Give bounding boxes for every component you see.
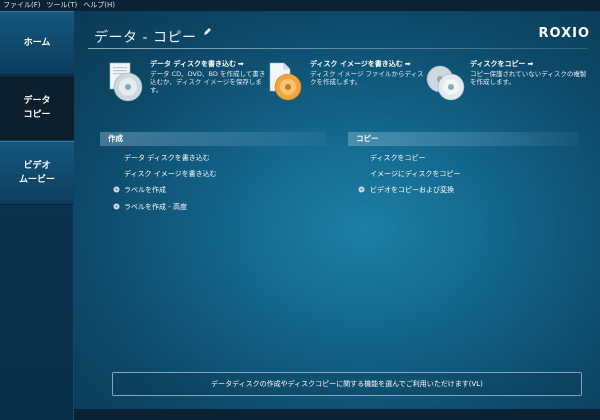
section-title: コピー bbox=[356, 134, 379, 143]
sidebar-item-label: ホーム bbox=[23, 38, 51, 48]
task-title[interactable]: ディスク イメージを書き込む ➡ bbox=[310, 59, 411, 69]
disc-icon bbox=[113, 186, 120, 193]
task-title[interactable]: データ ディスクを書き込む ➡ bbox=[150, 59, 244, 69]
sidebar-item-label: データ bbox=[23, 96, 51, 106]
sidebar-item-home[interactable]: ホーム bbox=[0, 11, 74, 75]
link-create-label-advanced[interactable]: ラベルを作成 - 高度 bbox=[124, 202, 187, 212]
link-write-data-disc[interactable]: データ ディスクを書き込む bbox=[124, 153, 210, 163]
status-message-box: データディスクの作成やディスクコピーに関する機能を選んでご利用いただけます(VL… bbox=[112, 372, 582, 396]
task-disc-image[interactable]: ディスク イメージを書き込む ➡ ディスク イメージ ファイルからディスクを作成し… bbox=[264, 59, 424, 109]
link-copy-disc[interactable]: ディスクをコピー bbox=[370, 153, 426, 163]
task-title-text: データ ディスクを書き込む bbox=[150, 60, 236, 68]
menu-file[interactable]: ファイル(F) bbox=[3, 0, 41, 11]
roxio-logo: ROXIO bbox=[538, 26, 590, 41]
link-write-disc-image[interactable]: ディスク イメージを書き込む bbox=[124, 169, 217, 179]
task-title-text: ディスク イメージを書き込む bbox=[310, 60, 403, 68]
main-panel: データ - コピー ROXIO データ ディスクを書き込む ➡ データ CD、DV… bbox=[74, 11, 600, 409]
pencil-icon[interactable] bbox=[203, 28, 211, 36]
data-disc-icon bbox=[109, 62, 143, 102]
arrow-right-icon: ➡ bbox=[237, 60, 244, 68]
title-divider bbox=[88, 48, 588, 49]
link-create-label[interactable]: ラベルを作成 bbox=[124, 185, 166, 195]
sidebar-item-label: コピー bbox=[23, 110, 51, 120]
task-title-text: ディスクをコピー bbox=[470, 60, 526, 68]
sidebar-item-data-copy[interactable]: データ コピー bbox=[0, 76, 74, 140]
menu-tools[interactable]: ツール(T) bbox=[47, 0, 78, 11]
disc-icon bbox=[113, 203, 120, 210]
section-bar bbox=[100, 132, 326, 146]
section-title: 作成 bbox=[108, 134, 123, 143]
task-description: ディスク イメージ ファイルからディスクを作成します。 bbox=[310, 70, 424, 86]
sidebar: ホーム データ コピー ビデオ ムービー bbox=[0, 11, 74, 420]
sidebar-item-video-movie[interactable]: ビデオ ムービー bbox=[0, 141, 74, 205]
sidebar-item-label: ビデオ bbox=[23, 161, 51, 171]
disc-icon bbox=[358, 186, 365, 193]
section-create-heading: 作成 bbox=[100, 132, 326, 146]
arrow-right-icon: ➡ bbox=[404, 60, 411, 68]
copy-disc-icon bbox=[426, 65, 465, 101]
task-description: コピー保護されていないディスクの複製を作成します。 bbox=[470, 70, 587, 86]
task-data-disc[interactable]: データ ディスクを書き込む ➡ データ CD、DVD、BD を作成して書き込むか、… bbox=[104, 59, 265, 109]
task-description: データ CD、DVD、BD を作成して書き込むか、ディスク イメージを保存します… bbox=[150, 70, 266, 94]
page-title: データ - コピー bbox=[94, 30, 197, 46]
section-bar bbox=[348, 132, 578, 146]
menu-bar: ファイル(F) ツール(T) ヘルプ(H) bbox=[0, 0, 600, 11]
task-title[interactable]: ディスクをコピー ➡ bbox=[470, 59, 533, 69]
menu-help[interactable]: ヘルプ(H) bbox=[83, 0, 115, 11]
link-copy-convert-video[interactable]: ビデオをコピーおよび変換 bbox=[370, 185, 454, 195]
link-copy-disc-to-image[interactable]: イメージにディスクをコピー bbox=[370, 169, 460, 179]
arrow-right-icon: ➡ bbox=[527, 60, 534, 68]
task-copy-disc[interactable]: ディスクをコピー ➡ コピー保護されていないディスクの複製を作成します。 bbox=[424, 59, 586, 109]
sidebar-item-label: ムービー bbox=[18, 175, 55, 185]
title-row: データ - コピー ROXIO bbox=[74, 11, 600, 51]
section-copy-heading: コピー bbox=[348, 132, 578, 146]
bottom-strip bbox=[74, 409, 600, 420]
disc-image-icon bbox=[269, 62, 302, 101]
